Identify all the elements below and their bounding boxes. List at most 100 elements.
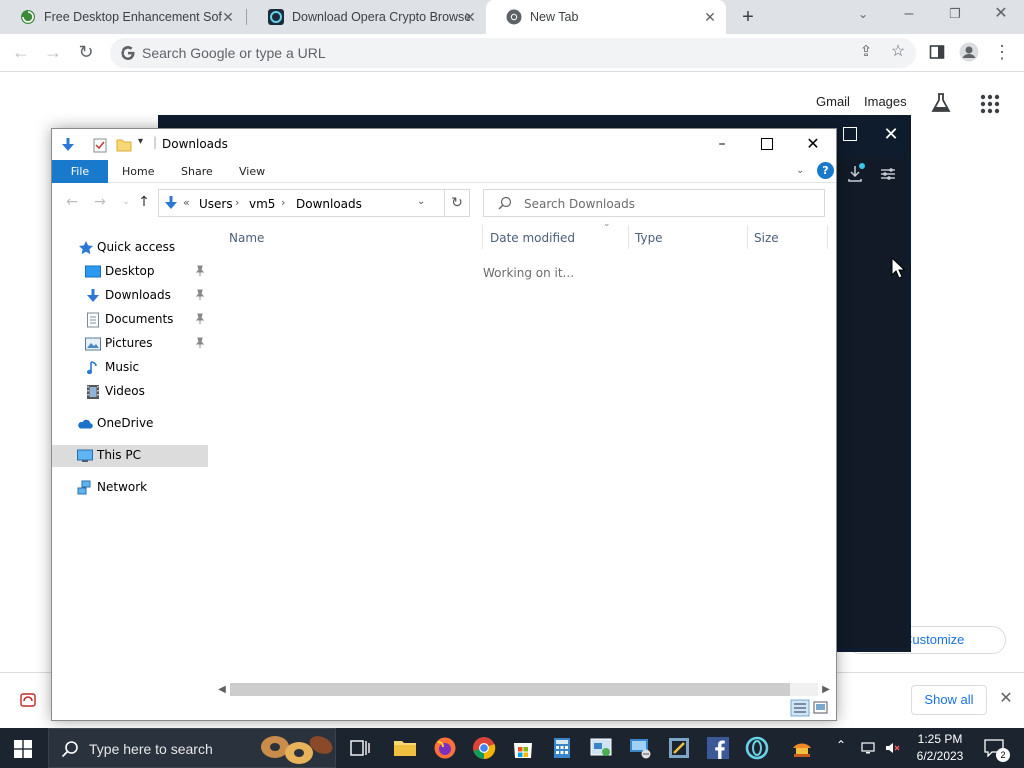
refresh-icon[interactable]: ↻	[444, 189, 470, 217]
downloaded-file-icon[interactable]	[20, 692, 36, 708]
network-status-icon[interactable]	[860, 740, 876, 756]
close-tab-icon[interactable]: ✕	[220, 9, 236, 25]
ribbon-tab-home[interactable]: Home	[122, 165, 154, 178]
nav-network[interactable]: Network	[52, 477, 208, 499]
pin-icon[interactable]	[194, 313, 206, 325]
scroll-left-icon[interactable]: ◀	[214, 681, 230, 698]
nav-desktop[interactable]: Desktop	[52, 261, 208, 283]
nav-pictures[interactable]: Pictures	[52, 333, 208, 355]
close-tab-icon[interactable]: ✕	[462, 9, 478, 25]
close-icon[interactable]: ✕	[882, 125, 900, 143]
nav-videos[interactable]: Videos	[52, 381, 208, 403]
breadcrumb-downloads[interactable]: Downloads	[296, 197, 362, 211]
ribbon-tab-file[interactable]: File	[52, 160, 108, 183]
show-hidden-icons-icon[interactable]: ⌃	[836, 738, 852, 754]
details-view-icon[interactable]	[790, 699, 810, 717]
breadcrumb-vm5[interactable]: vm5	[249, 197, 275, 211]
task-view-icon[interactable]	[348, 736, 372, 760]
large-icons-view-icon[interactable]	[813, 701, 828, 714]
windows-start-icon[interactable]	[14, 740, 32, 758]
back-icon[interactable]: ←	[10, 41, 32, 63]
forward-icon[interactable]: →	[42, 41, 64, 63]
gmail-link[interactable]: Gmail	[816, 94, 850, 109]
bookmark-star-icon[interactable]: ☆	[887, 41, 909, 63]
reload-icon[interactable]: ↻	[75, 41, 97, 63]
customize-qat-icon[interactable]: ▾	[138, 136, 143, 147]
nav-documents[interactable]: Documents	[52, 309, 208, 331]
scroll-right-icon[interactable]: ▶	[818, 681, 834, 698]
file-explorer-icon[interactable]	[393, 736, 417, 760]
back-icon[interactable]: ←	[64, 194, 80, 210]
help-icon[interactable]: ?	[817, 162, 834, 179]
volume-muted-icon[interactable]	[884, 740, 900, 756]
close-window-icon[interactable]: ✕	[990, 3, 1012, 25]
address-bar[interactable]: « Users › vm5 › Downloads ⌄	[158, 189, 470, 217]
pin-icon[interactable]	[194, 337, 206, 349]
nav-onedrive[interactable]: OneDrive	[52, 413, 208, 435]
column-type[interactable]: Type	[635, 231, 663, 245]
menu-icon[interactable]: ⋮	[991, 41, 1013, 63]
tab-search-icon[interactable]: ⌄	[852, 3, 874, 25]
taskbar-search-box[interactable]: Type here to search	[48, 728, 336, 768]
chrome-icon[interactable]	[472, 736, 496, 760]
forward-icon[interactable]: →	[92, 194, 108, 210]
close-shelf-icon[interactable]: ✕	[996, 689, 1016, 709]
microsoft-store-icon[interactable]	[511, 736, 535, 760]
maximize-icon[interactable]	[756, 133, 778, 155]
taskbar-clock[interactable]: 1:25 PM 6/2/2023	[910, 731, 970, 765]
new-folder-icon[interactable]	[116, 137, 132, 153]
expand-ribbon-icon[interactable]: ⌄	[796, 165, 804, 176]
labs-flask-icon[interactable]	[930, 92, 952, 114]
ribbon-tab-share[interactable]: Share	[181, 165, 213, 178]
nav-music[interactable]: Music	[52, 357, 208, 379]
column-divider[interactable]	[827, 225, 828, 249]
side-panel-icon[interactable]	[926, 41, 948, 63]
up-icon[interactable]: ↑	[136, 194, 152, 210]
close-icon[interactable]: ✕	[802, 133, 824, 155]
scroll-thumb[interactable]	[230, 683, 790, 696]
horizontal-scrollbar[interactable]: ◀ ▶	[214, 681, 834, 698]
column-size[interactable]: Size	[754, 231, 779, 245]
omnibox[interactable]: Search Google or type a URL	[110, 38, 916, 68]
column-divider[interactable]	[628, 225, 629, 249]
share-icon[interactable]: ⇪	[855, 41, 877, 63]
profile-avatar-icon[interactable]	[958, 41, 980, 63]
tab-new-tab[interactable]: New Tab ✕	[486, 0, 726, 34]
tab-opera-crypto[interactable]: Download Opera Crypto Browser ✕	[248, 0, 486, 34]
pin-icon[interactable]	[194, 265, 206, 277]
nav-downloads[interactable]: Downloads	[52, 285, 208, 307]
desktop-app-hat-icon[interactable]	[790, 736, 814, 760]
pin-icon[interactable]	[194, 289, 206, 301]
registry-tool-icon[interactable]	[667, 736, 691, 760]
restore-icon[interactable]: ❐	[944, 3, 966, 25]
address-dropdown-icon[interactable]: ⌄	[417, 196, 425, 207]
settings-sliders-icon[interactable]	[880, 167, 896, 181]
images-link[interactable]: Images	[864, 94, 907, 109]
apps-grid-icon[interactable]	[980, 94, 1000, 114]
show-all-button[interactable]: Show all	[911, 685, 987, 715]
minimize-icon[interactable]: –	[711, 133, 733, 155]
column-divider[interactable]	[747, 225, 748, 249]
properties-checkbox-icon[interactable]	[92, 137, 108, 153]
search-box[interactable]: Search Downloads	[483, 189, 825, 217]
column-divider[interactable]	[482, 225, 483, 249]
new-tab-button[interactable]: +	[737, 6, 759, 28]
breadcrumb-users[interactable]: Users	[199, 197, 233, 211]
minimize-icon[interactable]: –	[898, 3, 920, 25]
maximize-icon[interactable]	[843, 127, 857, 141]
breadcrumb-overflow[interactable]: «	[183, 196, 190, 209]
opera-crypto-icon[interactable]	[745, 736, 769, 760]
nav-quick-access[interactable]: Quick access	[52, 237, 208, 259]
recent-locations-icon[interactable]: ⌄	[118, 194, 134, 210]
nav-this-pc[interactable]: This PC	[52, 445, 208, 467]
tab-free-desktop-enhancement[interactable]: Free Desktop Enhancement Softw ✕	[0, 0, 244, 34]
facebook-icon[interactable]	[706, 736, 730, 760]
column-date-modified[interactable]: Date modified	[490, 231, 575, 245]
control-panel-icon[interactable]	[589, 736, 613, 760]
calculator-icon[interactable]	[550, 736, 574, 760]
close-tab-icon[interactable]: ✕	[702, 9, 718, 25]
column-name[interactable]: Name	[229, 231, 264, 245]
firefox-icon[interactable]	[433, 736, 457, 760]
ribbon-tab-view[interactable]: View	[239, 165, 265, 178]
network-settings-icon[interactable]	[628, 736, 652, 760]
